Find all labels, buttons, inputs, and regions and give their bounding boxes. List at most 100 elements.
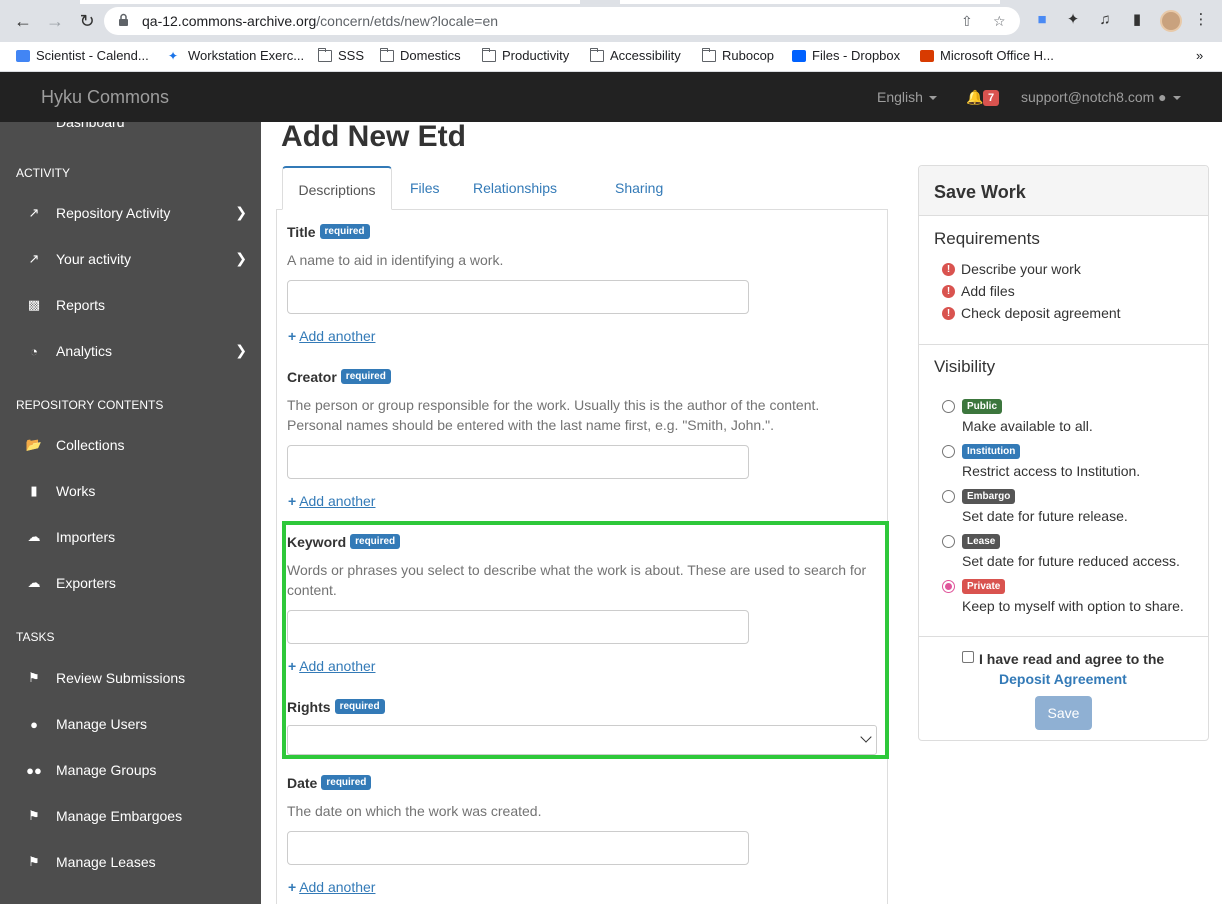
date-input[interactable]: [287, 831, 749, 865]
bell-icon[interactable]: 🔔: [966, 89, 983, 106]
line-chart-icon: ↗: [28, 251, 40, 266]
browser-tab-2[interactable]: [620, 0, 1000, 4]
sidebar-item-repository-activity[interactable]: ↗ Repository Activity ❯: [0, 195, 261, 231]
badge-private: Private: [962, 579, 1006, 594]
share-icon[interactable]: ⇧: [961, 13, 973, 30]
sidebar-item-importers[interactable]: ☁ Importers: [0, 519, 261, 555]
visibility-radio-lease[interactable]: [942, 535, 955, 548]
bookmark-item[interactable]: ✦ Workstation Exerc...: [168, 48, 304, 63]
add-another-creator-button[interactable]: + Add another: [288, 493, 375, 509]
sidebar-item-review-submissions[interactable]: ⚑ Review Submissions: [0, 660, 261, 696]
folder-icon: [589, 47, 604, 62]
sidebar-item-manage-embargoes[interactable]: ⚑ Manage Embargoes: [0, 798, 261, 834]
agreement-text: I have read and agree to the: [979, 651, 1165, 667]
flag-icon: ⚑: [28, 808, 40, 823]
bookmark-item[interactable]: Scientist - Calend...: [16, 48, 149, 63]
visibility-radio-embargo[interactable]: [942, 490, 955, 503]
bookmark-item[interactable]: Files - Dropbox: [792, 48, 900, 63]
keyword-label-text: Keyword: [287, 534, 347, 550]
menu-icon[interactable]: ⋮: [1192, 11, 1210, 29]
sidepanel-icon[interactable]: ▮: [1128, 11, 1146, 29]
forward-icon[interactable]: →: [44, 10, 66, 32]
browser-tab[interactable]: [80, 0, 580, 4]
folder-open-icon: 📂: [25, 437, 43, 452]
sidebar-item-analytics[interactable]: ◔ Analytics ❯: [0, 333, 261, 369]
exclamation-icon: !: [942, 262, 955, 276]
save-work-title: Save Work: [934, 182, 1026, 202]
users-icon: ●●: [26, 762, 42, 778]
star-icon[interactable]: ☆: [993, 13, 1006, 30]
sidebar-item-exporters[interactable]: ☁ Exporters: [0, 565, 261, 601]
sidebar-item-collections[interactable]: 📂 Collections: [0, 427, 261, 463]
sidebar-item-manage-users[interactable]: ● Manage Users: [0, 706, 261, 742]
folder-icon: [701, 47, 716, 62]
bookmark-item[interactable]: SSS: [317, 47, 364, 63]
address-bar[interactable]: qa-12.commons-archive.org/concern/etds/n…: [104, 7, 1020, 35]
section-activity: ACTIVITY: [16, 166, 71, 180]
flag-icon: ⚑: [28, 670, 40, 685]
required-badge: required: [340, 369, 391, 384]
tab-relationships[interactable]: Relationships: [459, 166, 571, 210]
bookmark-label: Workstation Exerc...: [188, 48, 305, 63]
title-label: Title required: [287, 224, 370, 240]
add-another-keyword-button[interactable]: + Add another: [288, 658, 375, 674]
caret-down-icon: [1172, 96, 1181, 101]
bookmark-label: Accessibility: [610, 48, 681, 63]
sidebar: Dashboard ACTIVITY ↗ Repository Activity ❯…: [0, 122, 261, 904]
more-bookmarks-button[interactable]: »: [1196, 48, 1203, 63]
rights-select[interactable]: [287, 725, 877, 755]
sidebar-item-your-activity[interactable]: ↗ Your activity ❯: [0, 241, 261, 277]
save-button[interactable]: Save: [1035, 696, 1092, 730]
deposit-agreement-link[interactable]: Deposit Agreement: [999, 671, 1127, 687]
title-help: A name to aid in identifying a work.: [287, 252, 504, 268]
language-dropdown[interactable]: English: [877, 89, 937, 105]
sidebar-item-manage-leases[interactable]: ⚑ Manage Leases: [0, 844, 261, 880]
lock-icon: [119, 13, 128, 26]
bookmark-item[interactable]: Rubocop: [701, 47, 774, 63]
tab-descriptions[interactable]: Descriptions: [282, 166, 392, 210]
calendar-icon: [16, 49, 30, 62]
add-another-label: Add another: [299, 658, 376, 674]
title-input[interactable]: [287, 280, 749, 314]
requirement-item: ! Describe your work: [942, 261, 1081, 277]
extension-icon[interactable]: ■: [1033, 11, 1051, 29]
brand-link[interactable]: Hyku Commons: [41, 87, 169, 108]
bookmark-item[interactable]: Microsoft Office H...: [920, 48, 1054, 63]
bookmark-item[interactable]: Accessibility: [589, 47, 681, 63]
keyword-input[interactable]: [287, 610, 749, 644]
date-label: Date required: [287, 775, 372, 791]
sidebar-item-label: Manage Groups: [56, 762, 157, 778]
back-icon[interactable]: ←: [12, 10, 34, 32]
bookmark-item[interactable]: Domestics: [379, 47, 461, 63]
add-another-label: Add another: [299, 493, 376, 509]
media-icon[interactable]: ♫: [1096, 11, 1114, 29]
bookmark-item[interactable]: Productivity: [481, 47, 569, 63]
visibility-radio-private[interactable]: [942, 580, 955, 593]
sidebar-item-label: Works: [56, 483, 96, 499]
file-icon: ▮: [30, 483, 38, 498]
agreement-checkbox[interactable]: [962, 651, 974, 663]
user-menu[interactable]: support@notch8.com ●: [1021, 89, 1181, 105]
exclamation-icon: !: [942, 306, 955, 320]
creator-input[interactable]: [287, 445, 749, 479]
tab-files[interactable]: Files: [396, 166, 454, 210]
sidebar-item-manage-groups[interactable]: ●● Manage Groups: [0, 752, 261, 788]
tab-sharing[interactable]: Sharing: [601, 166, 677, 210]
sidebar-item-dashboard[interactable]: Dashboard: [56, 122, 125, 130]
add-another-date-button[interactable]: + Add another: [288, 879, 375, 895]
visibility-radio-institution[interactable]: [942, 445, 955, 458]
exclamation-icon: !: [942, 284, 955, 298]
sidebar-item-reports[interactable]: ▩ Reports: [0, 287, 261, 323]
sidebar-item-works[interactable]: ▮ Works: [0, 473, 261, 509]
badge-institution: Institution: [962, 444, 1021, 459]
puzzle-icon[interactable]: ✦: [1064, 11, 1082, 29]
date-help: The date on which the work was created.: [287, 803, 542, 819]
notification-badge[interactable]: 7: [983, 90, 1000, 106]
reload-icon[interactable]: ↻: [76, 10, 98, 32]
chevron-down-icon: [860, 731, 872, 743]
language-label: English: [877, 89, 923, 105]
section-repository-contents: REPOSITORY CONTENTS: [16, 398, 164, 412]
add-another-title-button[interactable]: + Add another: [288, 328, 375, 344]
visibility-radio-public[interactable]: [942, 400, 955, 413]
profile-avatar[interactable]: [1160, 10, 1182, 32]
